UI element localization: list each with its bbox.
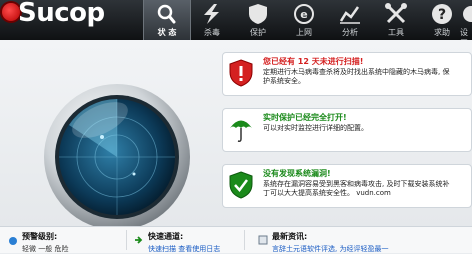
top-toolbar: Sucop 状 态 杀毒 保护 e 上网 分析 工具 ? 求助 设 xyxy=(0,0,472,40)
svg-text:?: ? xyxy=(438,7,446,23)
tab-help[interactable]: ? 求助 xyxy=(419,0,465,40)
divider xyxy=(244,230,245,250)
chart-icon xyxy=(327,3,373,25)
realtime-protection-card[interactable]: 实时保护已经完全打开! 可以对实时监控进行详细的配置。 xyxy=(222,108,472,152)
vulnerability-card[interactable]: 没有发现系统漏洞! 系统存在漏洞容易受到黑客和病毒攻击, 及时下载安装系统补 丁… xyxy=(222,164,472,208)
radar-scanner-graphic xyxy=(42,82,192,232)
card-description: 定期进行木马病毒查杀将及时找出系统中隐藏的木马病毒, 保 护系统安全。 xyxy=(263,68,471,86)
shield-icon xyxy=(235,3,281,25)
shield-check-icon xyxy=(229,171,253,199)
tab-label: 设置 xyxy=(460,28,468,40)
card-title: 实时保护已经完全打开! xyxy=(263,113,347,122)
tab-status[interactable]: 状 态 xyxy=(143,0,191,40)
latest-news-link[interactable]: 言辞土元语软件评选, 为经评轻盈最一 xyxy=(272,244,388,254)
tab-label: 工具 xyxy=(388,28,404,37)
status-panel: 您已经有 12 天未进行扫描! 定期进行木马病毒查杀将及时找出系统中隐藏的木马病… xyxy=(0,40,472,230)
quick-channel-links[interactable]: 快速扫描 查看使用日志 xyxy=(148,244,220,254)
card-desc-line: 定期进行木马病毒查杀将及时找出系统中隐藏的木马病毒, 保 xyxy=(263,68,450,76)
tab-label: 分析 xyxy=(342,28,358,37)
arrow-icon xyxy=(134,230,144,249)
globe-icon: e xyxy=(281,3,327,25)
news-icon xyxy=(258,230,268,249)
card-description: 系统存在漏洞容易受到黑客和病毒攻击, 及时下载安装系统补 丁可以大大提高系统安全… xyxy=(263,180,471,198)
card-description: 可以对实时监控进行详细的配置。 xyxy=(263,124,471,133)
tab-web[interactable]: e 上网 xyxy=(281,0,327,40)
alert-level-icon xyxy=(8,231,18,250)
card-desc-line: 可以对实时监控进行详细的配置。 xyxy=(263,124,368,132)
tab-label: 上网 xyxy=(296,28,312,37)
card-desc-line: 丁可以大大提高系统安全性。 vudn.com xyxy=(263,189,391,197)
latest-news-label: 最新资讯: xyxy=(272,232,308,241)
tools-icon xyxy=(373,3,419,25)
settings-icon xyxy=(460,3,472,25)
card-title: 没有发现系统漏洞! xyxy=(263,169,331,178)
tab-scan[interactable]: 杀毒 xyxy=(189,0,235,40)
tab-protect[interactable]: 保护 xyxy=(235,0,281,40)
alert-level-label: 预警级别: xyxy=(22,232,58,241)
card-desc-line: 系统存在漏洞容易受到黑客和病毒攻击, 及时下载安装系统补 xyxy=(263,180,450,188)
tab-label: 状 态 xyxy=(157,28,177,37)
tab-label: 杀毒 xyxy=(204,28,220,37)
help-icon: ? xyxy=(419,3,465,25)
tab-label: 求助 xyxy=(434,28,450,37)
card-title: 您已经有 12 天未进行扫描! xyxy=(263,57,364,66)
divider xyxy=(126,230,127,250)
card-desc-line: 护系统安全。 xyxy=(263,77,305,85)
app-logo: Sucop xyxy=(0,0,120,40)
quick-channel-label: 快速通道: xyxy=(148,232,184,241)
logo-text: Sucop xyxy=(18,0,105,28)
tab-tools[interactable]: 工具 xyxy=(373,0,419,40)
lightning-icon xyxy=(189,3,235,25)
bottom-info-bar: 预警级别: 轻微 一般 危险 快速通道: 快速扫描 查看使用日志 最新资讯: 言… xyxy=(0,226,472,253)
tab-settings[interactable]: 设置 xyxy=(460,0,472,40)
umbrella-icon xyxy=(229,115,253,143)
alert-level-options[interactable]: 轻微 一般 危险 xyxy=(22,244,68,254)
tab-label: 保护 xyxy=(250,28,266,37)
search-icon xyxy=(144,3,190,25)
svg-text:e: e xyxy=(300,8,307,21)
tab-analysis[interactable]: 分析 xyxy=(327,0,373,40)
scan-reminder-card[interactable]: 您已经有 12 天未进行扫描! 定期进行木马病毒查杀将及时找出系统中隐藏的木马病… xyxy=(222,52,472,96)
shield-alert-icon xyxy=(229,59,253,87)
